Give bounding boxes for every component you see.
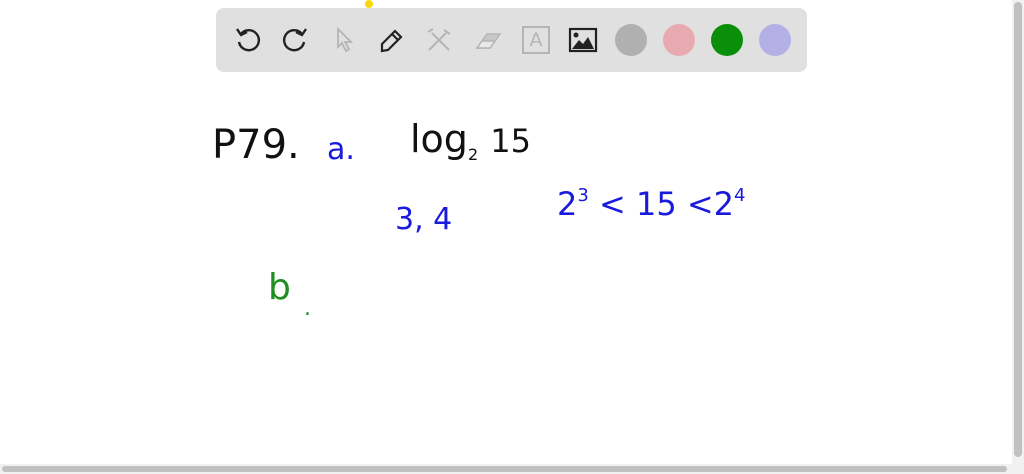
undo-button[interactable] <box>232 24 264 56</box>
text-tool-glyph: A <box>529 29 543 51</box>
pen-button[interactable] <box>375 24 407 56</box>
inequality: 23 < 15 <24 <box>557 185 746 223</box>
ineq-lt-1: < <box>598 185 626 223</box>
ineq-left-base: 2 <box>557 185 578 223</box>
redo-icon <box>283 28 307 52</box>
color-swatch-lavender[interactable] <box>759 24 791 56</box>
redo-button[interactable] <box>279 24 311 56</box>
drawing-toolbar: A <box>216 8 807 72</box>
select-pointer-icon <box>337 26 354 53</box>
horizontal-scroll-thumb[interactable] <box>2 466 1007 472</box>
horizontal-scrollbar[interactable] <box>0 464 1012 474</box>
mouse-cursor <box>365 0 373 8</box>
color-swatch-pink[interactable] <box>663 24 695 56</box>
image-button[interactable] <box>567 24 599 56</box>
tools-button[interactable] <box>423 24 455 56</box>
log-expression: log2 15 <box>410 117 531 163</box>
ineq-middle: 15 <box>635 185 677 223</box>
undo-icon <box>236 28 260 52</box>
eraser-button[interactable] <box>472 24 504 56</box>
part-a-label: a. <box>327 132 355 167</box>
part-b-label: b <box>268 267 291 308</box>
log-base: 2 <box>467 145 479 164</box>
vertical-scrollbar[interactable] <box>1012 0 1024 474</box>
log-word: log <box>410 117 468 161</box>
tools-icon <box>427 28 451 51</box>
ineq-right-exp: 4 <box>734 185 746 206</box>
select-button[interactable] <box>328 24 360 56</box>
ineq-left-exp: 3 <box>577 185 589 206</box>
color-swatch-gray[interactable] <box>615 24 647 56</box>
problem-label: P79. <box>212 122 300 168</box>
image-icon <box>568 27 598 53</box>
text-icon: A <box>522 26 550 54</box>
ineq-right-base: 2 <box>713 185 735 223</box>
color-swatch-green[interactable] <box>711 24 743 56</box>
eraser-icon <box>475 33 502 49</box>
pen-icon <box>380 29 403 53</box>
bounds-text: 3, 4 <box>395 202 453 237</box>
log-argument: 15 <box>490 122 531 160</box>
part-b-dot: . <box>304 296 311 321</box>
vertical-scroll-thumb[interactable] <box>1014 2 1022 457</box>
text-button[interactable]: A <box>520 24 552 56</box>
ineq-lt-2: < <box>686 185 714 223</box>
